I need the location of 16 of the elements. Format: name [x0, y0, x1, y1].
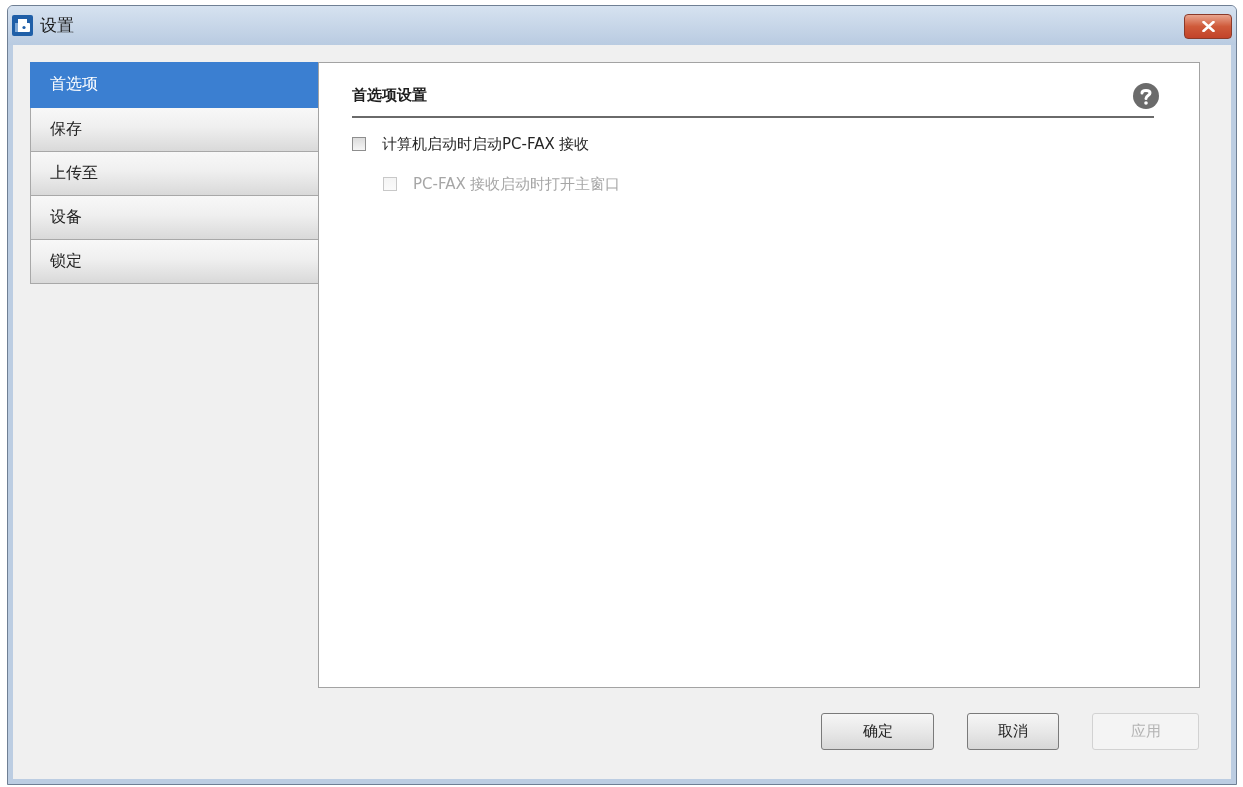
sidebar-item[interactable]: 设备: [30, 196, 318, 240]
sidebar-item[interactable]: 首选项: [30, 62, 318, 108]
window-title: 设置: [40, 14, 74, 37]
checkbox[interactable]: [352, 137, 366, 151]
sidebar-item[interactable]: 上传至: [30, 152, 318, 196]
checkbox-label: PC-FAX 接收启动时打开主窗口: [413, 174, 621, 194]
close-icon: [1201, 21, 1215, 32]
dialog-button[interactable]: 取消: [967, 713, 1059, 750]
close-button[interactable]: [1184, 14, 1232, 39]
section-heading: 首选项设置: [352, 86, 427, 105]
app-icon: [12, 15, 33, 36]
dialog-button[interactable]: 确定: [821, 713, 934, 750]
sidebar-item[interactable]: 锁定: [30, 240, 318, 284]
help-icon[interactable]: [1133, 82, 1159, 109]
sidebar-item[interactable]: 保存: [30, 108, 318, 152]
checkbox-label: 计算机启动时启动PC-FAX 接收: [382, 134, 590, 154]
